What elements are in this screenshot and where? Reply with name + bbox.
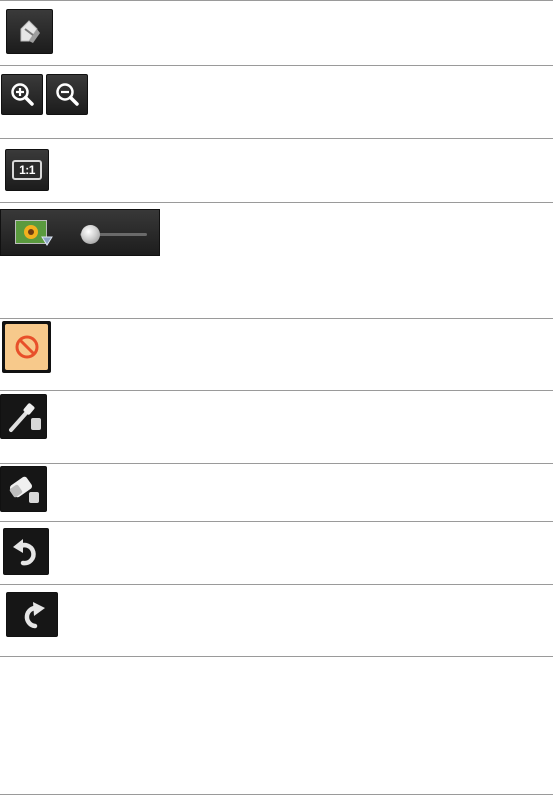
redo-icon [24, 601, 45, 628]
zoom-out-button[interactable] [46, 74, 88, 115]
divider [0, 202, 553, 203]
divider [0, 463, 553, 464]
divider [0, 390, 553, 391]
actual-size-button[interactable]: 1:1 [5, 149, 49, 191]
zoom-in-button[interactable] [1, 74, 43, 115]
chevron-down-icon[interactable] [41, 236, 53, 246]
divider [0, 521, 553, 522]
ratio-label: 1:1 [19, 163, 35, 177]
zoom-out-icon [56, 82, 79, 106]
divider [0, 656, 553, 657]
redo-button[interactable] [6, 592, 58, 637]
divider [0, 0, 553, 1]
undo-button[interactable] [3, 528, 49, 575]
eraser-pen-icon [20, 19, 40, 43]
divider [0, 138, 553, 139]
eraser-button[interactable] [0, 466, 47, 512]
eraser-pen-button[interactable] [6, 9, 53, 54]
divider [0, 794, 553, 795]
undo-icon [13, 538, 36, 565]
divider [0, 584, 553, 585]
not-allowed-button[interactable] [2, 321, 51, 373]
eyedropper-button[interactable] [0, 394, 47, 439]
not-allowed-icon [15, 335, 38, 359]
divider [0, 318, 553, 319]
eraser-icon [9, 476, 39, 503]
eyedropper-icon [8, 402, 41, 432]
slider-thumb[interactable] [81, 225, 100, 244]
zoom-in-icon [11, 82, 34, 106]
thumbnail-size-control [0, 209, 160, 256]
divider [0, 65, 553, 66]
actual-size-icon: 1:1 [12, 160, 42, 180]
